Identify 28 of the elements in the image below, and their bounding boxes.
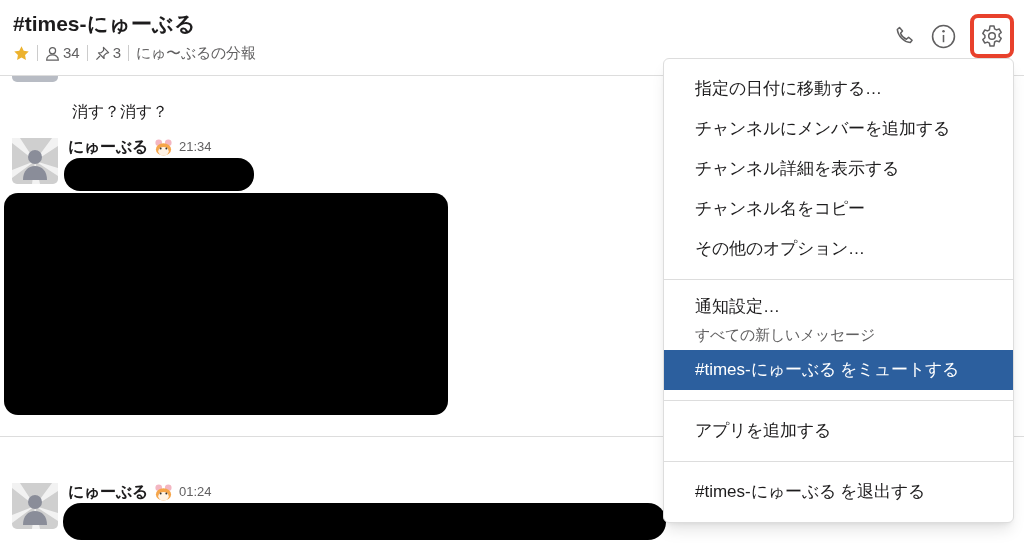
menu-item[interactable]: チャンネルにメンバーを追加する [664,109,1013,149]
author-name[interactable]: にゅーぶる [68,480,148,504]
message-text: 消す？消す？ [72,103,168,120]
channel-title: #times-にゅーぶる [13,11,197,37]
timestamp[interactable]: 21:34 [179,137,212,157]
member-count[interactable]: 34 [63,42,80,65]
menu-item[interactable]: #times-にゅーぶる を退出する [664,472,1013,512]
channel-topic: にゅ〜ぶるの分報 [136,43,257,63]
menu-item[interactable]: チャンネル名をコピー [664,189,1013,229]
pin-count[interactable]: 3 [112,42,122,65]
avatar[interactable] [12,483,58,529]
menu-item[interactable]: その他のオプション… [664,229,1013,269]
menu-item[interactable]: #times-にゅーぶる をミュートする [664,350,1013,390]
settings-icon [980,24,1004,48]
menu-item[interactable]: 指定の日付に移動する… [664,69,1013,109]
hamster-icon [154,482,173,502]
menu-item[interactable]: 通知設定… すべての新しいメッセージ [664,290,1013,350]
info-icon[interactable] [931,23,956,49]
pin-icon [94,45,110,61]
avatar[interactable] [12,138,58,184]
menu-item[interactable]: チャンネル詳細を表示する [664,149,1013,189]
star-icon[interactable] [13,44,30,62]
menu-item[interactable]: アプリを追加する [664,411,1013,451]
avatar[interactable] [12,76,58,82]
author-name[interactable]: にゅーぶる [68,135,148,159]
hamster-icon [154,137,173,157]
timestamp[interactable]: 01:24 [179,482,212,502]
person-icon [45,45,60,61]
